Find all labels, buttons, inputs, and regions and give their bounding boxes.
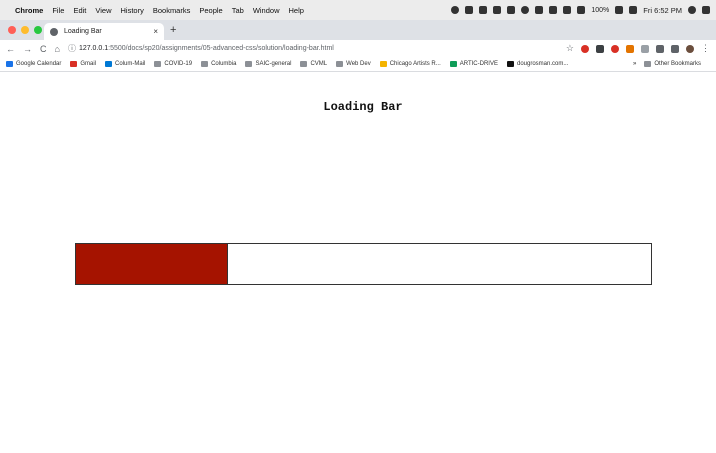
more-bookmarks-button[interactable]: » (633, 61, 636, 67)
bookmark-chicago-artists[interactable]: Chicago Artists R... (379, 61, 441, 67)
status-area: 100% Fri 6:52 PM (451, 6, 710, 15)
loading-bar (75, 243, 652, 285)
menu-people[interactable]: People (199, 6, 222, 15)
bookmark-google-calendar[interactable]: Google Calendar (6, 61, 61, 67)
airplay-icon[interactable] (577, 6, 586, 14)
info-icon[interactable]: ⓘ (68, 43, 76, 54)
extension-orange-icon[interactable] (626, 44, 634, 53)
folder-icon (644, 61, 652, 67)
extensions-area: ☆ ⋮ (566, 43, 710, 54)
drive-status-icon[interactable] (493, 6, 502, 14)
menu-edit[interactable]: Edit (73, 6, 86, 15)
drive-icon (449, 61, 457, 67)
back-button[interactable]: ← (6, 44, 15, 54)
tab-strip: Loading Bar × + (0, 20, 716, 40)
tab-title: Loading Bar (64, 28, 102, 35)
bookmark-columbia[interactable]: Columbia (201, 61, 236, 67)
menu-window[interactable]: Window (253, 6, 280, 15)
forward-button[interactable]: → (23, 44, 32, 54)
globe-icon (50, 27, 58, 36)
menu-bookmarks[interactable]: Bookmarks (153, 6, 191, 15)
profile-avatar[interactable] (686, 44, 694, 53)
bluetooth-icon[interactable] (535, 6, 544, 14)
menu-file[interactable]: File (52, 6, 64, 15)
notification-center-icon[interactable] (702, 6, 710, 14)
close-tab-icon[interactable]: × (153, 27, 158, 36)
extension-square-icon[interactable] (671, 44, 679, 53)
bookmark-saic-general[interactable]: SAIC-general (245, 61, 291, 67)
spotlight-icon[interactable] (688, 6, 696, 14)
clock[interactable]: Fri 6:52 PM (643, 6, 682, 15)
bookmark-dougrosman[interactable]: dougrosman.com... (506, 61, 568, 67)
bookmark-star-icon[interactable]: ☆ (566, 43, 574, 54)
address-bar[interactable]: ⓘ 127.0.0.1 :5500/docs/sp20/assignments/… (68, 43, 566, 54)
menu-view[interactable]: View (95, 6, 111, 15)
folder-icon (201, 61, 209, 67)
folder-icon (154, 61, 162, 67)
page-title: Loading Bar (323, 100, 403, 114)
menu-app-chrome[interactable]: Chrome (15, 6, 43, 15)
doc-icon (379, 61, 387, 67)
volume-icon[interactable] (563, 6, 572, 14)
menu-tab[interactable]: Tab (232, 6, 244, 15)
tab-loading-bar[interactable]: Loading Bar × (44, 23, 164, 40)
time-machine-icon[interactable] (521, 6, 530, 14)
calendar-icon (6, 61, 13, 67)
bookmarks-bar: Google Calendar Gmail Colum-Mail COVID-1… (0, 57, 716, 72)
window-controls (8, 26, 42, 34)
url-host: 127.0.0.1 (78, 45, 109, 52)
loading-bar-fill (76, 244, 229, 284)
grid-icon[interactable] (507, 6, 516, 14)
url-path: :5500/docs/sp20/assignments/05-advanced-… (108, 45, 334, 52)
bookmark-artic-drive[interactable]: ARTIC-DRIVE (449, 61, 498, 67)
menu-help[interactable]: Help (289, 6, 304, 15)
zoom-window-button[interactable] (34, 26, 42, 34)
gmail-icon (70, 61, 78, 67)
battery-percent[interactable]: 100% (591, 7, 609, 14)
battery-icon[interactable] (615, 6, 624, 14)
folder-icon (336, 61, 344, 67)
folder-icon (245, 61, 253, 67)
menu-history[interactable]: History (121, 6, 144, 15)
extension-gray-icon[interactable] (641, 44, 649, 53)
eyedropper-icon[interactable] (656, 44, 664, 53)
menu-kebab-icon[interactable]: ⋮ (701, 43, 710, 54)
mail-icon (105, 61, 113, 67)
bookmark-colum-mail[interactable]: Colum-Mail (105, 61, 145, 67)
docker-icon[interactable] (479, 6, 488, 14)
other-bookmarks[interactable]: Other Bookmarks (644, 61, 701, 67)
creative-cloud-icon[interactable] (465, 6, 474, 14)
extension-dark-icon[interactable] (596, 44, 604, 53)
macos-menu-bar: Chrome File Edit View History Bookmarks … (0, 0, 716, 20)
folder-icon (300, 61, 308, 67)
record-icon[interactable] (451, 6, 460, 14)
bookmark-web-dev[interactable]: Web Dev (336, 61, 371, 67)
bookmarks-overflow: » Other Bookmarks (633, 61, 710, 67)
reload-button[interactable]: C (40, 44, 47, 54)
pinterest-icon[interactable] (611, 44, 619, 53)
bookmark-gmail[interactable]: Gmail (70, 61, 96, 67)
new-tab-button[interactable]: + (170, 24, 176, 36)
close-window-button[interactable] (8, 26, 16, 34)
adblock-icon[interactable] (581, 44, 589, 53)
bookmark-cvml[interactable]: CVML (300, 61, 327, 67)
wifi-icon[interactable] (549, 6, 558, 14)
page-content: Loading Bar (0, 72, 716, 453)
bookmark-covid-19[interactable]: COVID-19 (154, 61, 192, 67)
flag-icon[interactable] (629, 6, 638, 14)
site-icon (506, 61, 514, 67)
browser-toolbar: ← → C ⌂ ⓘ 127.0.0.1 :5500/docs/sp20/assi… (0, 40, 716, 57)
home-button[interactable]: ⌂ (55, 44, 60, 54)
minimize-window-button[interactable] (21, 26, 29, 34)
